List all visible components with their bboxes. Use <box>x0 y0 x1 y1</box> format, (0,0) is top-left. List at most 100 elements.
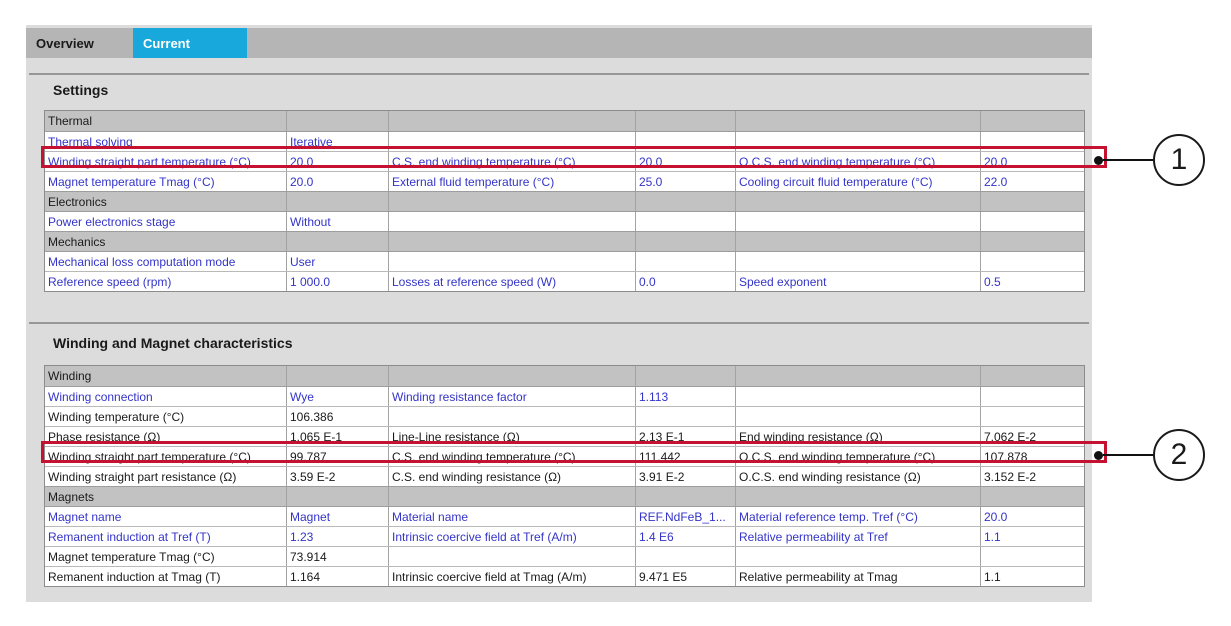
param-value-cell: 7.062 E-2 <box>981 427 1084 446</box>
param-label-cell: O.C.S. end winding resistance (Ω) <box>736 467 981 486</box>
winding-magnet-table: WindingWinding connectionWyeWinding resi… <box>44 365 1085 587</box>
param-value-cell: 1.4 E6 <box>636 527 736 546</box>
param-value-cell: Without <box>287 212 389 231</box>
callout-circle-1: 1 <box>1153 134 1205 186</box>
param-label-cell <box>389 252 636 271</box>
section-header-cell <box>981 487 1084 506</box>
section-header-cell <box>636 366 736 386</box>
section-header-cell <box>636 192 736 211</box>
param-label-cell: Power electronics stage <box>45 212 287 231</box>
section-header-cell <box>287 487 389 506</box>
param-label-cell: Winding connection <box>45 387 287 406</box>
tab-overview[interactable]: Overview <box>26 28 133 58</box>
param-label-cell <box>736 132 981 151</box>
param-value-cell: 3.91 E-2 <box>636 467 736 486</box>
param-label-cell: Remanent induction at Tref (T) <box>45 527 287 546</box>
section-header-cell <box>287 111 389 131</box>
section-header-cell: Winding <box>45 366 287 386</box>
section-header-cell <box>736 366 981 386</box>
param-label-cell: Reference speed (rpm) <box>45 272 287 291</box>
table-row: Winding straight part temperature (°C)20… <box>45 151 1084 171</box>
param-value-cell: 0.0 <box>636 272 736 291</box>
table-row: Winding straight part resistance (Ω)3.59… <box>45 466 1084 486</box>
param-label-cell: Mechanical loss computation mode <box>45 252 287 271</box>
table-row: Remanent induction at Tmag (T)1.164Intri… <box>45 566 1084 586</box>
table-row: Phase resistance (Ω)1.065 E-1Line-Line r… <box>45 426 1084 446</box>
param-value-cell: Wye <box>287 387 389 406</box>
section-header-cell <box>389 366 636 386</box>
param-label-cell: Intrinsic coercive field at Tmag (A/m) <box>389 567 636 586</box>
param-value-cell: 111.442 <box>636 447 736 466</box>
param-label-cell: Winding resistance factor <box>389 387 636 406</box>
table-row: Power electronics stageWithout <box>45 211 1084 231</box>
param-label-cell: Winding straight part temperature (°C) <box>45 447 287 466</box>
param-label-cell: Relative permeability at Tmag <box>736 567 981 586</box>
section-header-row: Mechanics <box>45 231 1084 251</box>
param-label-cell: Material reference temp. Tref (°C) <box>736 507 981 526</box>
section-header-cell <box>389 192 636 211</box>
table-row: Reference speed (rpm)1 000.0Losses at re… <box>45 271 1084 291</box>
settings-table: ThermalThermal solvingIterativeWinding s… <box>44 110 1085 292</box>
param-label-cell: Line-Line resistance (Ω) <box>389 427 636 446</box>
results-panel: Overview Current Settings ThermalThermal… <box>26 25 1092 602</box>
section-header-row: Thermal <box>45 111 1084 131</box>
table-row: Remanent induction at Tref (T)1.23Intrin… <box>45 526 1084 546</box>
param-value-cell: 3.59 E-2 <box>287 467 389 486</box>
param-label-cell <box>389 407 636 426</box>
param-value-cell: 20.0 <box>981 507 1084 526</box>
param-label-cell <box>736 252 981 271</box>
param-label-cell: C.S. end winding temperature (°C) <box>389 152 636 171</box>
section-header-row: Electronics <box>45 191 1084 211</box>
param-value-cell: 99.787 <box>287 447 389 466</box>
param-value-cell: 3.152 E-2 <box>981 467 1084 486</box>
param-value-cell: REF.NdFeB_1... <box>636 507 736 526</box>
section-header-cell: Electronics <box>45 192 287 211</box>
param-value-cell: 9.471 E5 <box>636 567 736 586</box>
param-value-cell: 107.878 <box>981 447 1084 466</box>
param-label-cell <box>736 407 981 426</box>
section-header-cell <box>981 111 1084 131</box>
tab-current[interactable]: Current <box>133 28 247 58</box>
callout-dot-1 <box>1094 156 1103 165</box>
param-label-cell: Material name <box>389 507 636 526</box>
section-header-cell <box>736 487 981 506</box>
param-value-cell <box>981 212 1084 231</box>
section-header-cell <box>389 232 636 251</box>
param-label-cell: Magnet temperature Tmag (°C) <box>45 547 287 566</box>
param-label-cell: Speed exponent <box>736 272 981 291</box>
param-label-cell: Winding straight part resistance (Ω) <box>45 467 287 486</box>
table-row: Winding connectionWyeWinding resistance … <box>45 386 1084 406</box>
param-label-cell <box>736 387 981 406</box>
section-divider <box>29 73 1089 75</box>
param-value-cell: Iterative <box>287 132 389 151</box>
param-value-cell: 20.0 <box>981 152 1084 171</box>
param-value-cell: 1 000.0 <box>287 272 389 291</box>
param-value-cell: 22.0 <box>981 172 1084 191</box>
param-value-cell: 73.914 <box>287 547 389 566</box>
section-header-cell <box>981 232 1084 251</box>
table-row: Magnet temperature Tmag (°C)73.914 <box>45 546 1084 566</box>
param-label-cell: Losses at reference speed (W) <box>389 272 636 291</box>
section-header-cell: Mechanics <box>45 232 287 251</box>
param-value-cell: 106.386 <box>287 407 389 426</box>
table-row: Winding temperature (°C)106.386 <box>45 406 1084 426</box>
param-value-cell <box>636 407 736 426</box>
param-value-cell <box>636 132 736 151</box>
param-label-cell: Phase resistance (Ω) <box>45 427 287 446</box>
table-row: Magnet temperature Tmag (°C)20.0External… <box>45 171 1084 191</box>
param-label-cell: External fluid temperature (°C) <box>389 172 636 191</box>
callout-circle-2: 2 <box>1153 429 1205 481</box>
param-label-cell <box>736 212 981 231</box>
section-header-cell <box>287 232 389 251</box>
param-label-cell: Cooling circuit fluid temperature (°C) <box>736 172 981 191</box>
param-label-cell: O.C.S. end winding temperature (°C) <box>736 152 981 171</box>
param-label-cell: Magnet name <box>45 507 287 526</box>
param-value-cell: 2.13 E-1 <box>636 427 736 446</box>
section-divider <box>29 322 1089 324</box>
param-label-cell: Thermal solving <box>45 132 287 151</box>
section-header-cell <box>389 487 636 506</box>
section-header-cell <box>981 366 1084 386</box>
section-header-cell <box>636 232 736 251</box>
param-label-cell <box>389 212 636 231</box>
param-value-cell: 1.1 <box>981 527 1084 546</box>
